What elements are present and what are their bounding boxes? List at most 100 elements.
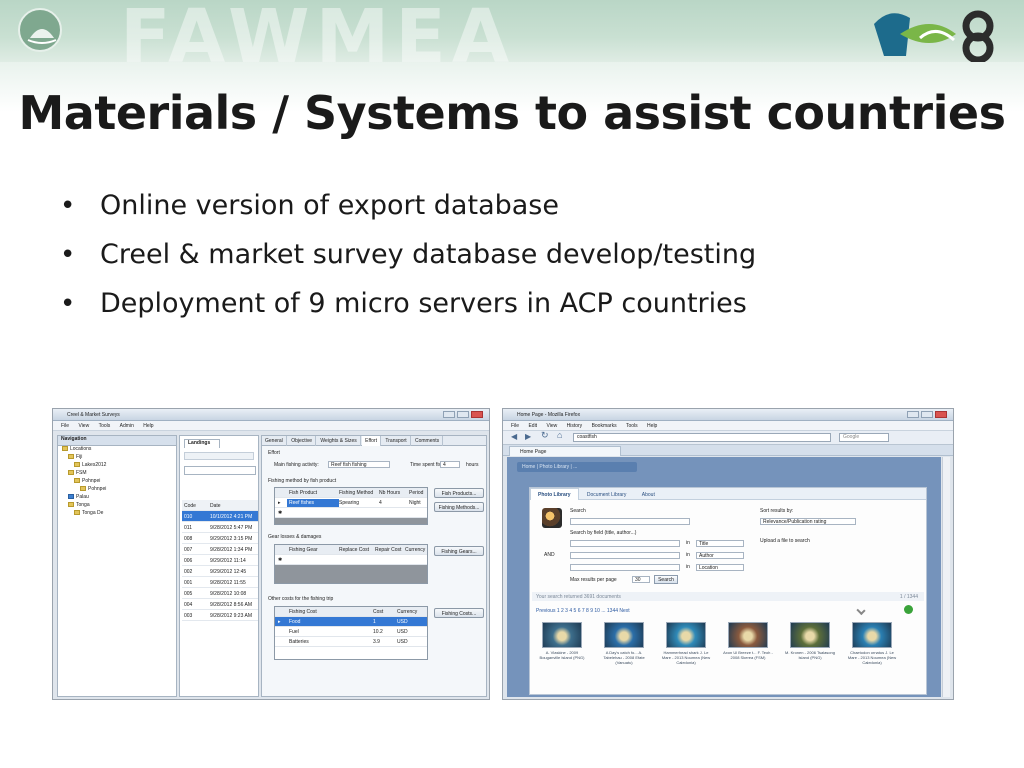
- window-title: Creel & Market Surveys: [67, 412, 120, 418]
- menu-bar: File View Tools Admin Help: [53, 421, 489, 431]
- grid-header: Fishing Cost Cost Currency: [275, 607, 427, 617]
- minimize-icon: [443, 411, 455, 418]
- menu-item: Help: [647, 423, 658, 429]
- page-content: Home | Photo Library | ... Photo Library…: [507, 457, 941, 697]
- field-select: Location: [696, 564, 744, 571]
- folder-icon: [74, 478, 80, 484]
- browser-toolbar: ◀ ▶ ↻ ⌂ coastfish Google: [503, 431, 953, 445]
- back-icon: ◀: [511, 432, 518, 441]
- cost-grid: Fishing Cost Cost Currency ▸ Food 1 USD …: [274, 606, 428, 660]
- tab-objective: Objective: [288, 436, 317, 446]
- forward-icon: ▶: [525, 432, 532, 441]
- cost-section-label: Other costs for the fishing trip: [268, 596, 334, 602]
- landing-detail-pane: General Objective Weights & Sizes Effort…: [261, 435, 487, 697]
- folder-icon: [74, 462, 80, 468]
- tab-photo-library: Photo Library: [530, 488, 579, 500]
- menu-item: File: [61, 423, 70, 429]
- library-tabs: Photo Library Document Library About: [530, 488, 926, 500]
- result-summary-bar: Your search returned 3691 documents 1 / …: [532, 592, 924, 601]
- header-banner: FAWMEA: [0, 0, 1024, 62]
- table-row: ✱: [275, 508, 427, 518]
- slide: { "header": { "watermark": "FAWMEA", "lo…: [0, 0, 1024, 768]
- detail-tabs: General Objective Weights & Sizes Effort…: [262, 436, 486, 446]
- upload-label: Upload a file to search: [760, 538, 810, 544]
- table-row: 005 9/28/2012 10:08: [182, 588, 258, 599]
- tree-node: Tonga De: [58, 510, 176, 518]
- gear-section-label: Gear losses & damages: [268, 534, 322, 540]
- grid-header: Fish Product Fishing Method Nb Hours Per…: [275, 488, 427, 498]
- reload-icon: ↻: [541, 430, 549, 440]
- search-label: Search: [570, 508, 586, 514]
- browser-search-box: Google: [839, 433, 889, 442]
- sort-label: Sort results by:: [760, 508, 794, 514]
- tree-node: Locations: [58, 446, 176, 454]
- menu-bar: File Edit View History Bookmarks Tools H…: [503, 421, 953, 431]
- table-row: 001 9/28/2012 11:55: [182, 577, 258, 588]
- photo-caption: Hammerhead shark J. Le Mare - 2013 Noume…: [661, 650, 711, 665]
- and-operator: AND: [544, 552, 555, 558]
- method-grid: Fish Product Fishing Method Nb Hours Per…: [274, 487, 428, 525]
- photo-thumbnail: [604, 622, 644, 648]
- landings-pane: Landings Code Date 010 10/1/2012 4:21 PM 0…: [179, 435, 259, 697]
- close-icon: [935, 411, 947, 418]
- tab-document-library: Document Library: [586, 492, 627, 498]
- window-controls: [905, 411, 949, 419]
- window-titlebar: Creel & Market Surveys: [53, 409, 489, 421]
- title-field-input: [570, 540, 680, 547]
- landings-filter-dropdown: [184, 466, 256, 475]
- table-row: 011 9/28/2012 5:47 PM: [182, 522, 258, 533]
- next-arrow-icon: [904, 605, 913, 614]
- browser-tab: Home Page: [509, 446, 621, 456]
- table-row: 003 9/28/2012 9:23 AM: [182, 610, 258, 621]
- photo-caption: Axon Ul Breeze t... F. Teoh - 2008 Skere…: [723, 650, 773, 660]
- tab-transport: Transport: [382, 436, 411, 446]
- table-row: ▸ Reef fishes Spearing 4 Night: [275, 498, 427, 508]
- table-row: ▸ Food 1 USD: [275, 617, 427, 627]
- address-bar: coastfish: [573, 433, 831, 442]
- page-scrollbar: [942, 457, 950, 697]
- landings-grid: Code Date 010 10/1/2012 4:21 PM 011 9/28/20…: [182, 500, 258, 621]
- search-input: [570, 518, 690, 525]
- menu-item: Bookmarks: [591, 423, 617, 429]
- tree-node: Palau: [58, 494, 176, 502]
- max-results-label: Max results per page: [570, 577, 617, 583]
- minimize-icon: [907, 411, 919, 418]
- menu-item: View: [78, 423, 90, 429]
- tree-node: Tonga: [58, 502, 176, 510]
- table-row: 010 10/1/2012 4:21 PM: [182, 511, 258, 522]
- tree-node: Fiji: [58, 454, 176, 462]
- close-icon: [471, 411, 483, 418]
- photo-thumbnail: [666, 622, 706, 648]
- window-controls: [441, 411, 485, 419]
- photo-caption: A. Vlaskine - 2009 Bouganville Island (P…: [539, 650, 585, 660]
- time-spent-field: 4: [440, 461, 460, 468]
- hof8-logo: [870, 4, 1000, 62]
- home-icon: ⌂: [557, 430, 563, 440]
- field-select: Title: [696, 540, 744, 547]
- bullet-item: Online version of export database: [58, 186, 958, 235]
- folder-icon: [62, 446, 68, 452]
- window-title: Home Page - Mozilla Firefox: [517, 412, 581, 418]
- browser-tab-strip: Home Page: [503, 445, 953, 456]
- table-row: 008 9/29/2012 3:15 PM: [182, 533, 258, 544]
- pagination: Previous 1 2 3 4 5 6 7 8 9 10 ... 1344 N…: [536, 608, 630, 614]
- photo-caption: M. Kronen - 2006 Tsalasong Island (PNG): [785, 650, 835, 660]
- menu-item: Help: [143, 423, 154, 429]
- folder-icon: [68, 454, 74, 460]
- menu-item: File: [511, 423, 520, 429]
- method-section-label: Fishing method by fish product: [268, 478, 337, 484]
- landings-toolbar: [184, 452, 254, 460]
- grid-header: Code Date: [182, 500, 258, 511]
- table-row: ✱: [275, 555, 427, 565]
- fishing-methods-button: Fishing Methods...: [434, 502, 484, 512]
- library-panel: Photo Library Document Library About Sea…: [529, 487, 927, 695]
- tab-comments: Comments: [412, 436, 444, 446]
- folder-icon: [68, 494, 74, 500]
- folder-icon: [74, 510, 80, 516]
- navigation-header: Navigation: [58, 436, 176, 446]
- field-select: Author: [696, 552, 744, 559]
- tab-effort: Effort: [362, 436, 381, 446]
- bullet-item: Deployment of 9 micro servers in ACP cou…: [58, 284, 958, 333]
- main-activity-dropdown: Reef fish fishing: [328, 461, 390, 468]
- photo-caption: A Day's catch fo... A. Tabelehau - 2008 …: [603, 650, 645, 665]
